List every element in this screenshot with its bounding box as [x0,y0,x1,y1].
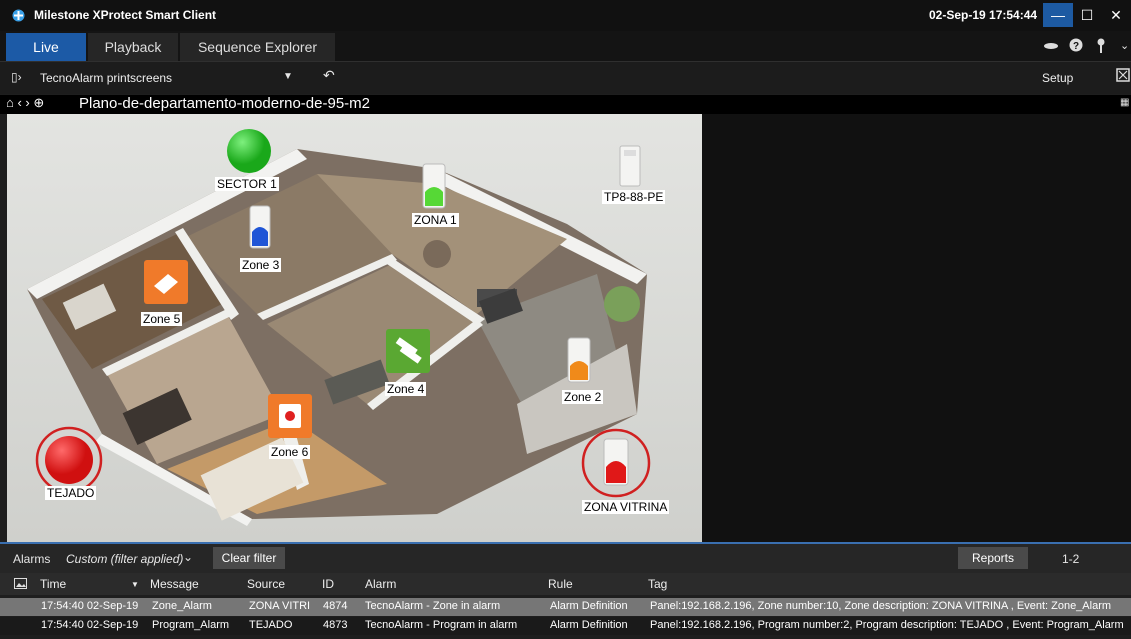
chevron-down-icon[interactable]: ⌄ [183,550,193,564]
minimize-button[interactable]: — [1043,3,1073,27]
zone3-sensor-icon[interactable] [247,204,273,250]
zona1-sensor-icon[interactable] [420,162,448,210]
zone5-smoke-icon[interactable] [144,260,188,304]
tejado-label: TEJADO [45,486,97,500]
col-alarm[interactable]: Alarm [365,577,396,591]
setup-button[interactable]: Setup [1042,71,1073,85]
tejado-alarm-icon[interactable] [35,426,103,494]
zone4-contact-icon[interactable] [386,329,430,373]
chevron-down-icon[interactable]: ⌄ [1120,39,1129,52]
undo-icon[interactable]: ↶ [323,67,335,84]
alarm-count: 1-2 [1062,552,1080,566]
zone3-label: Zone 3 [240,258,282,272]
cell-rule: Alarm Definition [550,600,628,612]
zona1-label: ZONA 1 [412,213,459,227]
pane-toggle-icon[interactable]: ▯› [11,70,22,84]
close-button[interactable]: ✕ [1101,3,1131,27]
zona-vitrina-label: ZONA VITRINA [582,500,670,514]
help-icon[interactable]: ? [1069,38,1083,52]
cell-source: ZONA VITRI [249,600,311,612]
sort-desc-icon[interactable]: ▼ [131,580,139,589]
col-message[interactable]: Message [150,577,199,591]
view-selector[interactable]: TecnoAlarm printscreens [40,71,172,85]
clock: 02-Sep-19 17:54:44 [929,8,1038,22]
zone2-label: Zone 2 [562,390,604,404]
xprotect-logo-icon [12,9,25,22]
cell-id: 4873 [323,619,348,631]
pin-icon[interactable] [1096,38,1106,53]
tab-sequence-explorer[interactable]: Sequence Explorer [180,33,335,61]
maximize-button[interactable]: ☐ [1072,3,1102,27]
zona-vitrina-alarm-icon[interactable] [580,427,652,499]
camera-icon[interactable] [1043,41,1059,51]
fullscreen-icon[interactable] [1116,68,1130,82]
col-rule[interactable]: Rule [548,577,573,591]
col-time[interactable]: Time [40,577,66,591]
col-source[interactable]: Source [247,577,285,591]
map-view[interactable]: SECTOR 1 TP8-88-PE ZONA 1 Zone 3 Zone 5 … [7,114,702,542]
map-title: Plano-de-departamento-moderno-de-95-m2 [79,95,370,112]
col-id[interactable]: ID [322,577,334,591]
cell-time: 17:54:40 02-Sep-19 [41,600,139,612]
zone4-label: Zone 4 [385,382,427,396]
zone6-siren-icon[interactable] [268,394,312,438]
cell-time: 17:54:40 02-Sep-19 [41,619,139,631]
tab-live[interactable]: Live [6,33,86,61]
chevron-down-icon[interactable]: ▼ [283,71,293,82]
cell-message: Program_Alarm [152,619,230,631]
table-row[interactable]: 17:54:40 02-Sep-19 Zone_Alarm ZONA VITRI… [0,598,1131,616]
zone5-label: Zone 5 [141,312,183,326]
clear-filter-button[interactable]: Clear filter [213,547,285,569]
app-title: Milestone XProtect Smart Client [34,8,217,22]
alarms-label: Alarms [13,552,51,566]
grid-icon[interactable]: ▦ [1120,97,1129,108]
sector1-status-icon[interactable] [225,127,273,175]
zone6-label: Zone 6 [269,445,311,459]
svg-text:?: ? [1073,41,1079,52]
empty-view-pane [702,114,1131,542]
tp8-label: TP8-88-PE [602,190,666,204]
keypad-device-icon[interactable] [617,144,643,188]
col-tag[interactable]: Tag [648,577,667,591]
cell-tag: Panel:192.168.2.196, Program number:2, P… [650,619,1124,631]
filter-selector[interactable]: Custom (filter applied) [66,552,183,566]
cell-alarm: TecnoAlarm - Program in alarm [365,619,518,631]
cell-id: 4874 [323,600,348,612]
cell-source: TEJADO [249,619,293,631]
image-icon[interactable] [14,578,27,589]
zone2-sensor-icon[interactable] [565,336,593,384]
table-row[interactable]: 17:54:40 02-Sep-19 Program_Alarm TEJADO … [0,617,1131,635]
cell-message: Zone_Alarm [152,600,212,612]
tab-playback[interactable]: Playback [88,33,178,61]
reports-button[interactable]: Reports [958,547,1028,569]
cell-rule: Alarm Definition [550,619,628,631]
sector1-label: SECTOR 1 [215,177,279,191]
cell-alarm: TecnoAlarm - Zone in alarm [365,600,501,612]
map-nav-icons[interactable]: ⌂ ‹ › ⊕ [6,95,44,111]
cell-tag: Panel:192.168.2.196, Zone number:10, Zon… [650,600,1112,612]
